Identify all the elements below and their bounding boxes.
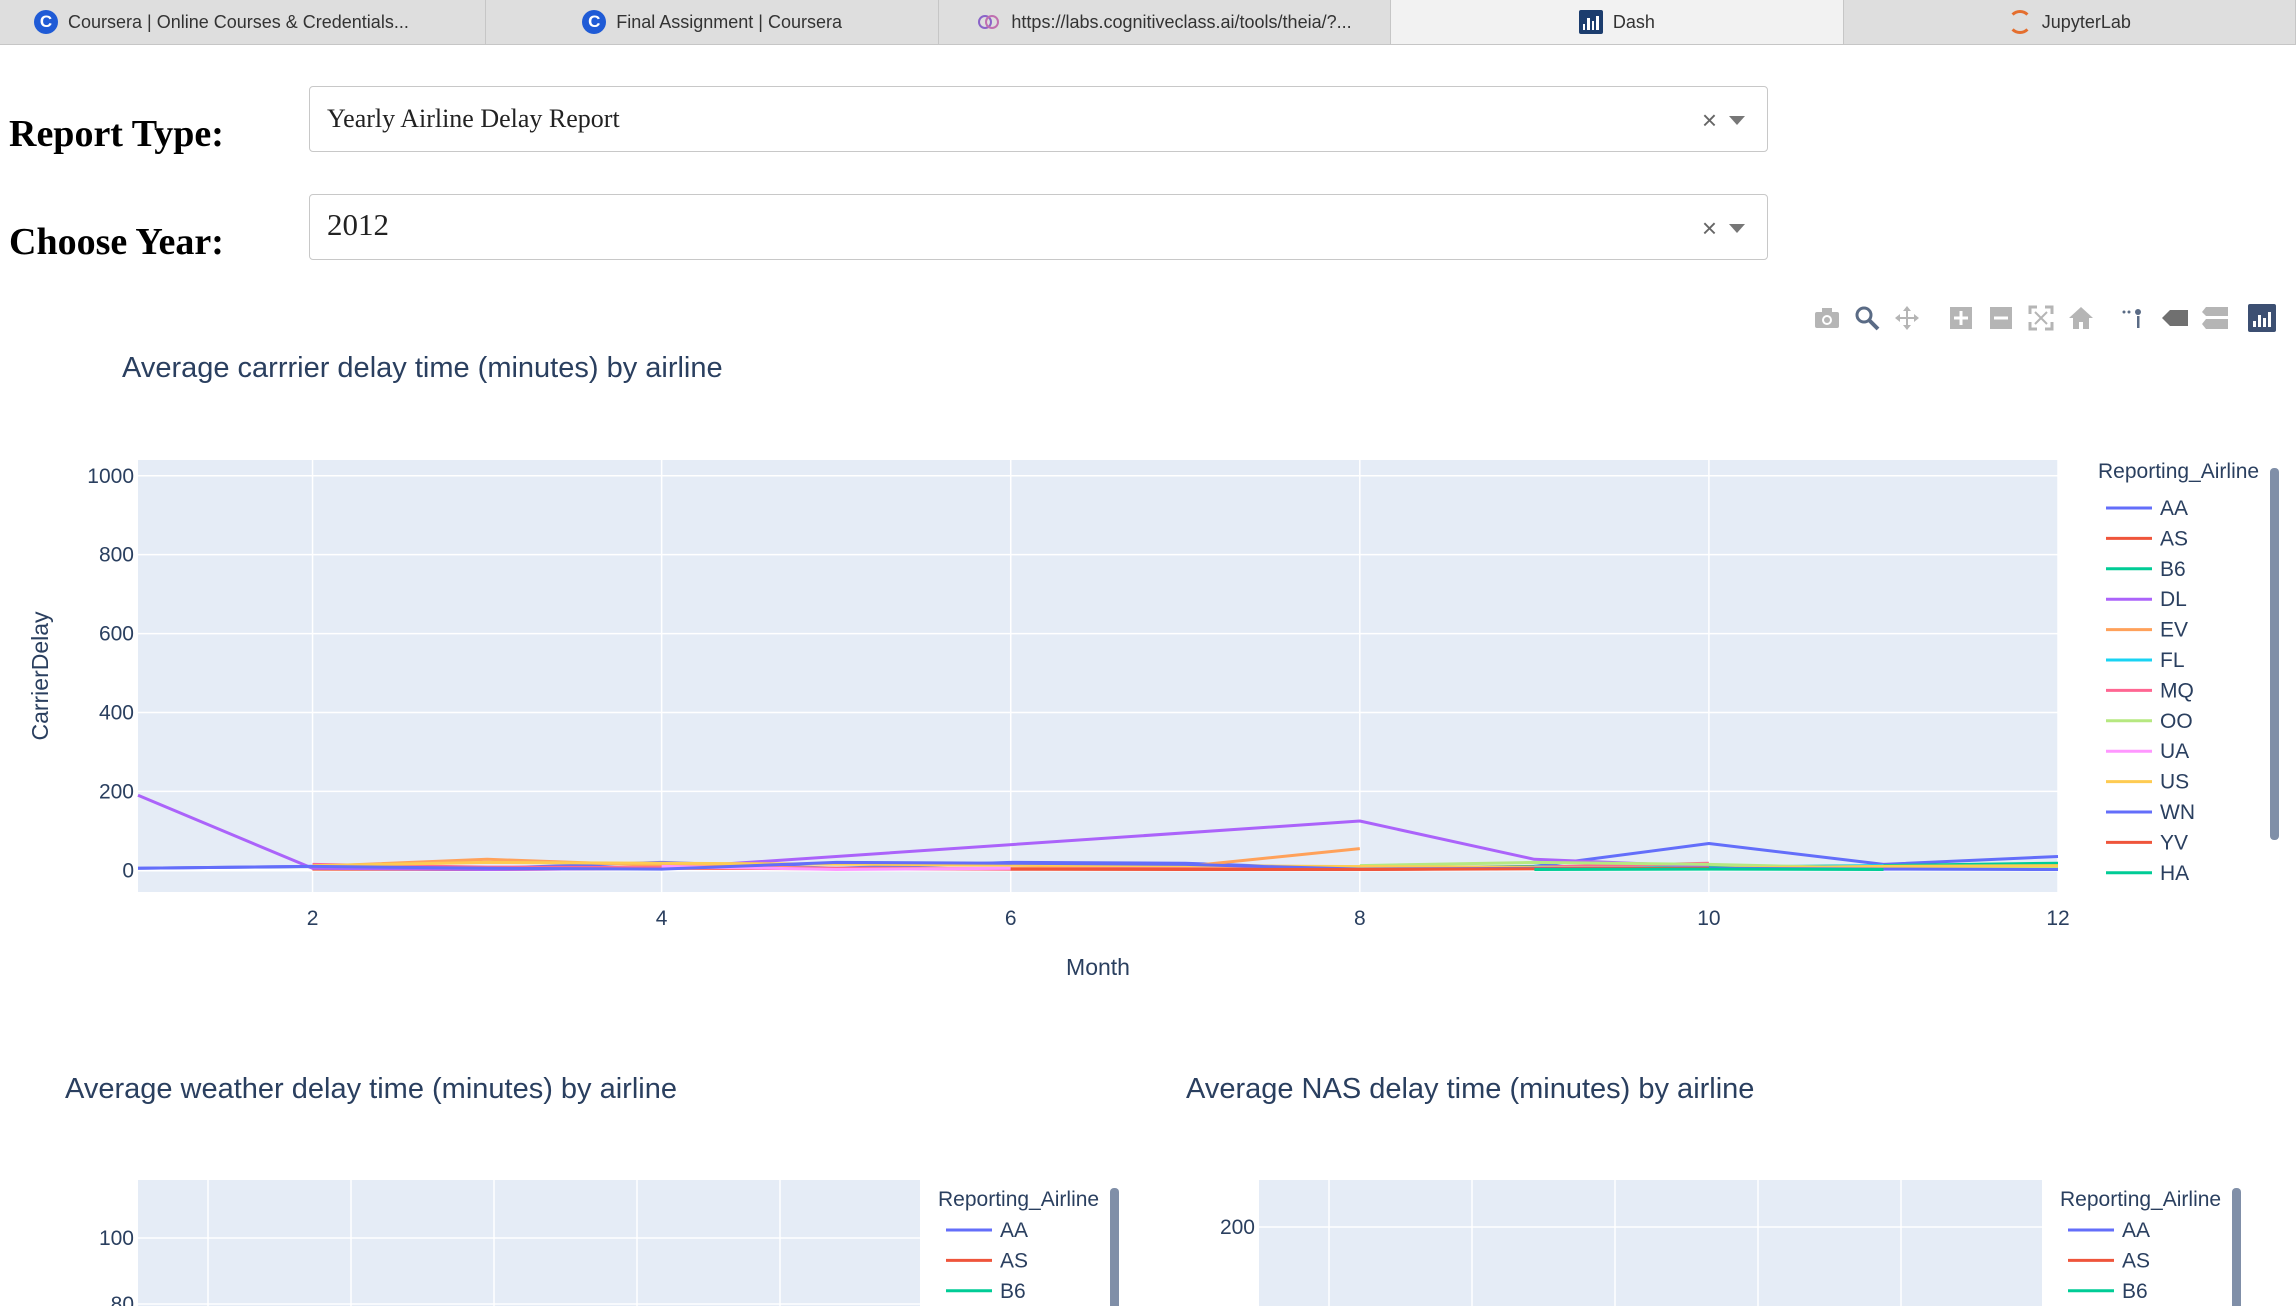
- report-type-value: Yearly Airline Delay Report: [327, 104, 620, 133]
- y-tick-label: 100: [99, 1227, 134, 1250]
- legend-label-ua[interactable]: UA: [2160, 740, 2189, 763]
- spike-lines-icon[interactable]: [2118, 301, 2152, 335]
- tab-label: Dash: [1612, 11, 1655, 32]
- coursera-icon: C: [582, 10, 607, 34]
- y-tick-label: 800: [99, 544, 134, 567]
- legend-label-ha[interactable]: HA: [2160, 862, 2189, 885]
- zoom-icon[interactable]: [1850, 301, 1884, 335]
- plot-modebar: [1810, 300, 2276, 336]
- year-dropdown[interactable]: 2012 ×: [309, 194, 1768, 260]
- tab-label: Final Assignment | Coursera: [616, 11, 842, 32]
- clear-icon[interactable]: ×: [1702, 105, 1717, 136]
- choose-year-label: Choose Year:: [9, 221, 224, 263]
- plot-background: [138, 1180, 920, 1306]
- legend-label-mq[interactable]: MQ: [2160, 679, 2194, 702]
- browser-tab-final-assignment[interactable]: C Final Assignment | Coursera: [486, 0, 939, 44]
- legend-label-fl[interactable]: FL: [2160, 649, 2185, 672]
- bottom-charts[interactable]: 100 80 Reporting_Airline AA AS B6 200 Reportin…: [0, 1180, 2296, 1306]
- y-tick-label: 0: [122, 859, 134, 882]
- year-value: 2012: [327, 207, 389, 242]
- chevron-down-icon[interactable]: [1729, 116, 1745, 125]
- report-type-label: Report Type:: [9, 113, 224, 155]
- x-tick-label: 10: [1697, 907, 1720, 930]
- y-tick-label: 200: [99, 780, 134, 803]
- legend-title: Reporting_Airline: [2098, 460, 2259, 483]
- legend-label-aa[interactable]: AA: [2122, 1219, 2150, 1242]
- coursera-icon: C: [34, 10, 58, 34]
- x-tick-label: 4: [656, 907, 668, 930]
- y-tick-label: 1000: [87, 465, 134, 488]
- jupyter-icon: [2007, 10, 2032, 34]
- x-tick-label: 8: [1354, 907, 1366, 930]
- chevron-down-icon[interactable]: [1729, 224, 1745, 233]
- weather-delay-chart-title: Average weather delay time (minutes) by …: [65, 1073, 677, 1105]
- y-tick-label: 600: [99, 623, 134, 646]
- plot-background: [138, 460, 2058, 892]
- y-axis-title: CarrierDelay: [27, 611, 53, 741]
- legend-label-aa[interactable]: AA: [2160, 497, 2188, 520]
- legend-label-oo[interactable]: OO: [2160, 710, 2193, 733]
- plotly-logo-icon[interactable]: [2248, 304, 2276, 332]
- legend-label-aa[interactable]: AA: [1000, 1219, 1028, 1242]
- tab-label: https://labs.cognitiveclass.ai/tools/the…: [1011, 11, 1352, 32]
- legend-scrollbar[interactable]: [2232, 1188, 2241, 1306]
- nas-delay-chart-title: Average NAS delay time (minutes) by airl…: [1186, 1073, 1755, 1105]
- x-tick-label: 6: [1005, 907, 1017, 930]
- x-tick-label: 2: [307, 907, 319, 930]
- cognitiveclass-icon: [978, 15, 1000, 29]
- legend-label-as[interactable]: AS: [2160, 527, 2188, 550]
- clear-icon[interactable]: ×: [1702, 213, 1717, 244]
- tab-label: JupyterLab: [2041, 11, 2131, 32]
- legend-label-wn[interactable]: WN: [2160, 801, 2195, 824]
- carrier-delay-chart[interactable]: 2 4 6 8 10 12 0 200 400 600 800 1000 Month CarrierDel…: [0, 400, 2296, 1120]
- hover-compare-icon[interactable]: [2198, 301, 2232, 335]
- legend-label-b6[interactable]: B6: [2122, 1280, 2148, 1303]
- legend-label-b6[interactable]: B6: [1000, 1280, 1026, 1303]
- browser-tab-coursera-home[interactable]: C Coursera | Online Courses & Credential…: [0, 0, 487, 44]
- dash-icon: [1578, 10, 1603, 34]
- browser-tab-jupyterlab[interactable]: JupyterLab: [1844, 0, 2296, 44]
- legend-label-ev[interactable]: EV: [2160, 619, 2188, 642]
- legend-label-us[interactable]: US: [2160, 771, 2189, 794]
- plot-background: [1259, 1180, 2042, 1306]
- y-tick-label: 400: [99, 701, 134, 724]
- legend-label-yv[interactable]: YV: [2160, 831, 2188, 854]
- hover-closest-icon[interactable]: [2158, 301, 2192, 335]
- x-tick-label: 12: [2046, 907, 2069, 930]
- reset-axes-icon[interactable]: [2064, 301, 2098, 335]
- legend-label-dl[interactable]: DL: [2160, 588, 2187, 611]
- x-axis-title: Month: [1066, 954, 1130, 980]
- y-tick-label: 80: [111, 1293, 134, 1306]
- legend-scrollbar[interactable]: [1110, 1188, 1119, 1306]
- y-tick-label: 200: [1220, 1216, 1255, 1239]
- zoom-out-icon[interactable]: [1984, 301, 2018, 335]
- legend-scrollbar[interactable]: [2270, 468, 2279, 840]
- legend-label-as[interactable]: AS: [1000, 1249, 1028, 1272]
- report-type-dropdown[interactable]: Yearly Airline Delay Report ×: [309, 86, 1768, 152]
- browser-tab-dash[interactable]: Dash: [1391, 0, 1844, 44]
- carrier-delay-chart-title: Average carrrier delay time (minutes) by…: [122, 352, 723, 384]
- pan-icon[interactable]: [1890, 301, 1924, 335]
- legend-title: Reporting_Airline: [938, 1188, 1099, 1211]
- camera-icon[interactable]: [1810, 301, 1844, 335]
- legend-label-as[interactable]: AS: [2122, 1249, 2150, 1272]
- legend-title: Reporting_Airline: [2060, 1188, 2221, 1211]
- legend-label-b6[interactable]: B6: [2160, 558, 2186, 581]
- zoom-in-icon[interactable]: [1944, 301, 1978, 335]
- browser-tab-theia[interactable]: https://labs.cognitiveclass.ai/tools/the…: [939, 0, 1392, 44]
- autoscale-icon[interactable]: [2024, 301, 2058, 335]
- tab-label: Coursera | Online Courses & Credentials.…: [68, 11, 409, 32]
- browser-tab-strip: C Coursera | Online Courses & Credential…: [0, 0, 2296, 45]
